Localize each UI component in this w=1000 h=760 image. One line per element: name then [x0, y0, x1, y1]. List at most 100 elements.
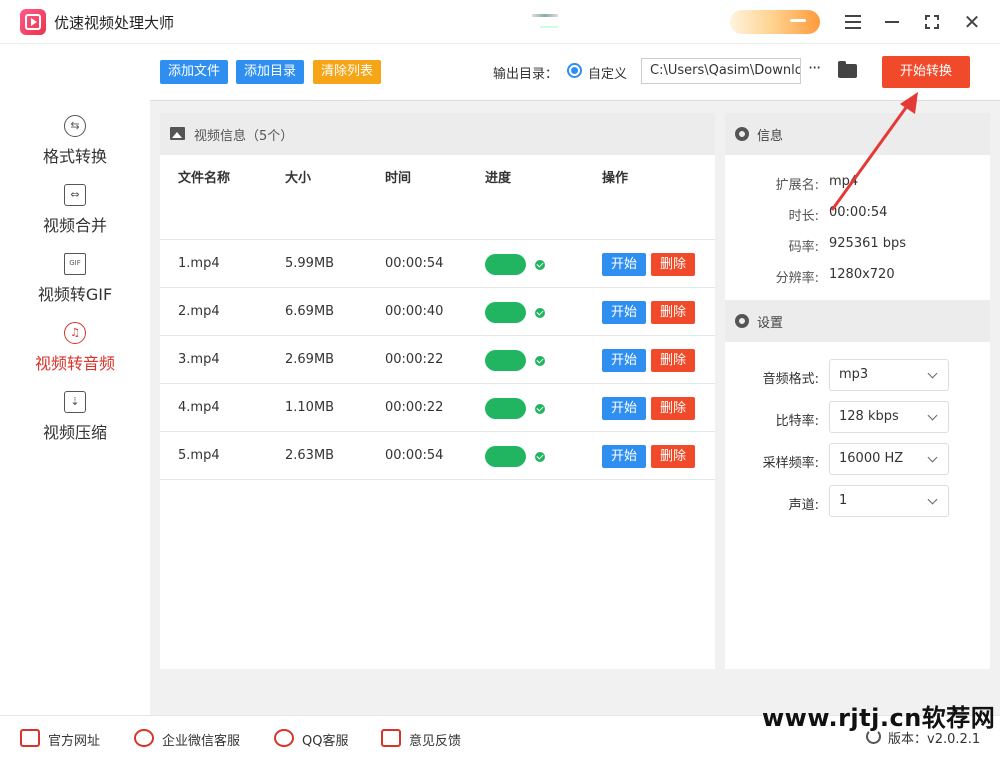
table-divider	[160, 479, 715, 480]
sidebar-item-video-compress[interactable]: ⇣ 视频压缩	[0, 391, 150, 455]
browse-more-button[interactable]: ···	[808, 58, 821, 77]
delete-button[interactable]: 删除	[651, 349, 695, 372]
file-time: 00:00:54	[385, 448, 444, 463]
close-icon[interactable]: ✕	[960, 10, 984, 34]
sidebar-item-label: 视频转GIF	[37, 285, 113, 304]
channel-select[interactable]: 1	[829, 485, 949, 517]
file-size: 6.69MB	[285, 304, 335, 319]
wechat-icon	[134, 729, 154, 747]
sidebar-item-label: 格式转换	[42, 147, 107, 166]
add-file-button[interactable]: 添加文件	[160, 60, 229, 84]
wechat-support-label: 企业微信客服	[162, 734, 241, 749]
file-size: 1.10MB	[285, 400, 335, 415]
file-size: 2.63MB	[285, 448, 335, 463]
start-button[interactable]: 开始	[602, 397, 646, 420]
minimize-icon[interactable]	[880, 10, 904, 34]
check-icon	[535, 260, 545, 270]
sample-rate-value: 16000 HZ	[839, 451, 904, 466]
audio-format-label: 音频格式:	[762, 372, 819, 387]
delete-button[interactable]: 删除	[651, 301, 695, 324]
delete-button[interactable]: 删除	[651, 397, 695, 420]
sample-rate-label: 采样频率:	[762, 456, 819, 471]
maximize-icon[interactable]	[920, 10, 944, 34]
chevron-down-icon	[927, 368, 938, 379]
gear-icon	[735, 127, 749, 141]
info-title: 信息	[757, 129, 784, 144]
start-button[interactable]: 开始	[602, 445, 646, 468]
delete-button[interactable]: 删除	[651, 445, 695, 468]
feedback-icon	[381, 729, 401, 747]
sidebar-item-format-convert[interactable]: ⇆ 格式转换	[0, 115, 150, 179]
qq-icon	[274, 729, 294, 747]
info-value-resolution: 1280x720	[829, 267, 895, 282]
channel-label: 声道:	[788, 498, 819, 513]
app-title: 优速视频处理大师	[54, 14, 175, 32]
progress-bar	[485, 302, 526, 323]
menu-icon[interactable]	[841, 10, 865, 34]
delete-button[interactable]: 删除	[651, 253, 695, 276]
version-label: 版本：v2.0.2.1	[888, 732, 981, 747]
start-button[interactable]: 开始	[602, 301, 646, 324]
table-row[interactable]: 2.mp4 6.69MB 00:00:40 开始 删除	[160, 287, 715, 335]
column-header-progress: 进度	[485, 171, 512, 186]
app-logo-icon	[20, 9, 46, 35]
website-icon	[20, 729, 40, 747]
right-panel: 信息 扩展名: mp4 时长: 00:00:54 码率: 925361 bps …	[725, 113, 990, 669]
custom-radio-label[interactable]: 自定义	[588, 63, 627, 82]
sidebar-item-video-to-audio[interactable]: ♫ 视频转音频	[0, 322, 150, 386]
column-header-filename: 文件名称	[178, 171, 231, 186]
toolbar: 添加文件 添加目录 清除列表 输出目录： 自定义 C:\Users\Qasim\…	[150, 45, 1000, 101]
main-area: 添加文件 添加目录 清除列表 输出目录： 自定义 C:\Users\Qasim\…	[150, 45, 1000, 715]
sidebar-item-video-merge[interactable]: ⇔ 视频合并	[0, 184, 150, 248]
table-row[interactable]: 1.mp4 5.99MB 00:00:54 开始 删除	[160, 239, 715, 287]
progress-bar	[485, 254, 526, 275]
video-info-title: 视频信息（5个）	[194, 129, 294, 144]
audio-format-value: mp3	[839, 367, 869, 382]
bitrate-select[interactable]: 128 kbps	[829, 401, 949, 433]
info-label-duration: 时长:	[788, 209, 819, 224]
sample-rate-select[interactable]: 16000 HZ	[829, 443, 949, 475]
add-directory-button[interactable]: 添加目录	[236, 60, 305, 84]
channel-value: 1	[839, 493, 848, 508]
start-button[interactable]: 开始	[602, 253, 646, 276]
table-row[interactable]: 3.mp4 2.69MB 00:00:22 开始 删除	[160, 335, 715, 383]
gif-icon: GIF	[64, 253, 86, 275]
table-row[interactable]: 5.mp4 2.63MB 00:00:54 开始 删除	[160, 431, 715, 479]
titlebar-decoration	[532, 14, 558, 17]
qq-support-label: QQ客服	[302, 734, 349, 749]
settings-header: 设置	[725, 300, 990, 342]
info-label-bitrate: 码率:	[788, 240, 819, 255]
sidebar-item-label: 视频转音频	[34, 354, 115, 373]
file-name: 4.mp4	[178, 400, 220, 415]
info-value-bitrate: 925361 bps	[829, 236, 907, 251]
file-time: 00:00:54	[385, 256, 444, 271]
start-convert-button[interactable]: 开始转换	[882, 56, 970, 88]
start-button[interactable]: 开始	[602, 349, 646, 372]
chevron-down-icon	[927, 494, 938, 505]
output-dir-label: 输出目录：	[493, 67, 559, 82]
check-icon	[535, 404, 545, 414]
check-icon	[535, 356, 545, 366]
output-path-input[interactable]: C:\Users\Qasim\Downlo	[641, 58, 801, 84]
custom-radio[interactable]	[567, 63, 582, 78]
merge-icon: ⇔	[64, 184, 86, 206]
sidebar-item-video-to-gif[interactable]: GIF 视频转GIF	[0, 253, 150, 317]
progress-bar	[485, 398, 526, 419]
folder-icon[interactable]	[838, 61, 857, 78]
file-time: 00:00:40	[385, 304, 444, 319]
sidebar: ⇆ 格式转换 ⇔ 视频合并 GIF 视频转GIF ♫ 视频转音频 ⇣ 视频压缩	[0, 45, 150, 715]
file-time: 00:00:22	[385, 352, 444, 367]
promo-banner[interactable]	[730, 10, 820, 34]
settings-title: 设置	[757, 316, 784, 331]
file-name: 2.mp4	[178, 304, 220, 319]
column-header-size: 大小	[285, 171, 312, 186]
table-row[interactable]: 4.mp4 1.10MB 00:00:22 开始 删除	[160, 383, 715, 431]
official-website-label: 官方网址	[48, 734, 101, 749]
clear-list-button[interactable]: 清除列表	[313, 60, 382, 84]
column-header-actions: 操作	[602, 171, 629, 186]
info-header: 信息	[725, 113, 990, 155]
refresh-icon[interactable]	[866, 729, 881, 744]
bitrate-label: 比特率:	[775, 414, 819, 429]
chevron-down-icon	[927, 410, 938, 421]
audio-format-select[interactable]: mp3	[829, 359, 949, 391]
